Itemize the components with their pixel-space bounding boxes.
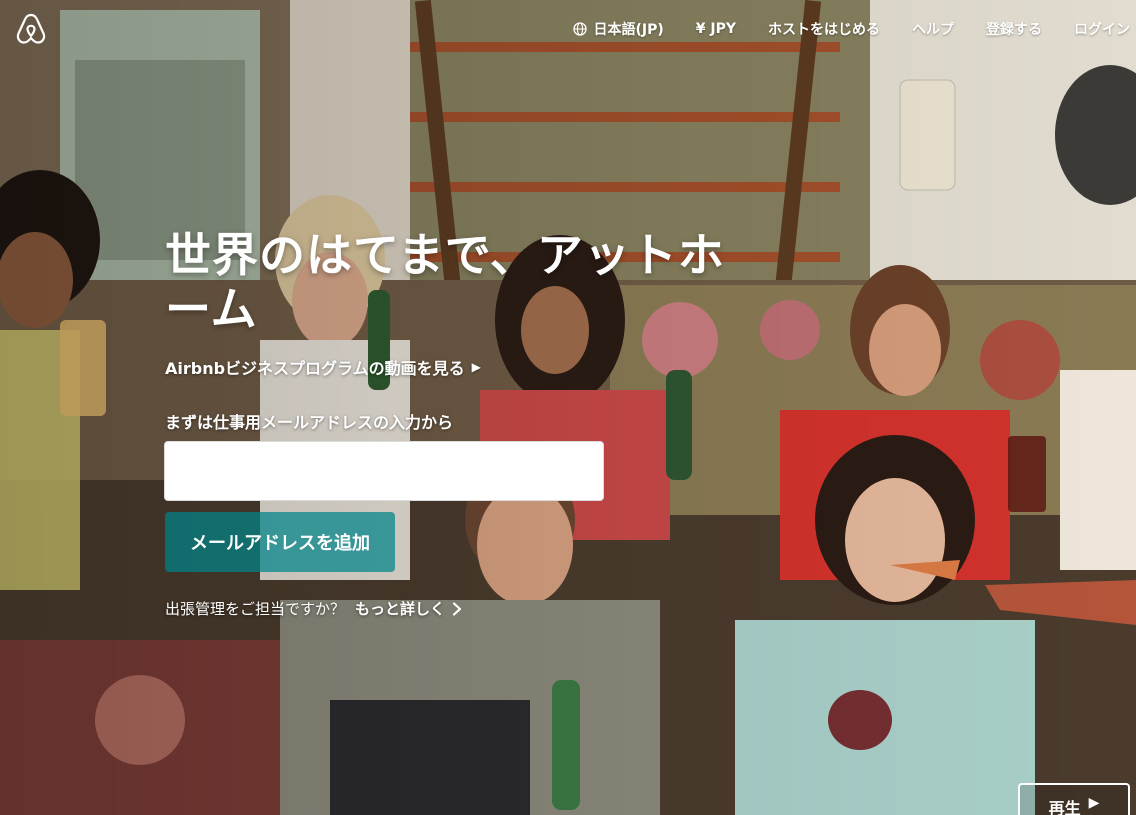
- add-email-button[interactable]: メールアドレスを追加: [165, 512, 395, 572]
- landing-page: 日本語(JP) ¥ JPY ホストをはじめる ヘルプ 登録する ログイン 世界の…: [0, 0, 1136, 815]
- video-link-label: Airbnbビジネスプログラムの動画を見る: [165, 359, 465, 378]
- learn-more-link[interactable]: もっと詳しく: [355, 598, 462, 619]
- travel-manager-text: 出張管理をご担当ですか？: [165, 600, 346, 618]
- language-selector[interactable]: 日本語(JP): [557, 0, 679, 58]
- play-button-label: 再生: [1048, 799, 1081, 815]
- hero-title: 世界のはてまで、アットホーム: [165, 228, 725, 336]
- email-field-label: まずは仕事用メールアドレスの入力から: [165, 413, 454, 432]
- video-play-button[interactable]: 再生 ▶: [1018, 783, 1130, 815]
- background-overlay: [0, 0, 1136, 815]
- login-link[interactable]: ログイン: [1058, 0, 1136, 58]
- business-video-link[interactable]: Airbnbビジネスプログラムの動画を見る ▶: [165, 355, 481, 379]
- play-triangle-icon: ▶: [471, 360, 481, 374]
- signup-link[interactable]: 登録する: [970, 0, 1058, 58]
- airbnb-logo-icon[interactable]: [14, 12, 48, 46]
- globe-icon: [573, 22, 588, 36]
- currency-selector[interactable]: ¥ JPY: [680, 0, 752, 58]
- header-nav: 日本語(JP) ¥ JPY ホストをはじめる ヘルプ 登録する ログイン: [557, 0, 1136, 58]
- help-link[interactable]: ヘルプ: [896, 0, 970, 58]
- language-label: 日本語(JP): [593, 22, 664, 38]
- become-host-link[interactable]: ホストをはじめる: [752, 0, 896, 58]
- learn-more-label: もっと詳しく: [355, 600, 446, 618]
- top-header: 日本語(JP) ¥ JPY ホストをはじめる ヘルプ 登録する ログイン: [0, 0, 1136, 58]
- play-icon: ▶: [1088, 795, 1100, 811]
- work-email-input[interactable]: [164, 441, 604, 501]
- chevron-right-icon: [452, 601, 462, 616]
- travel-manager-row: 出張管理をご担当ですか？ もっと詳しく: [165, 598, 462, 619]
